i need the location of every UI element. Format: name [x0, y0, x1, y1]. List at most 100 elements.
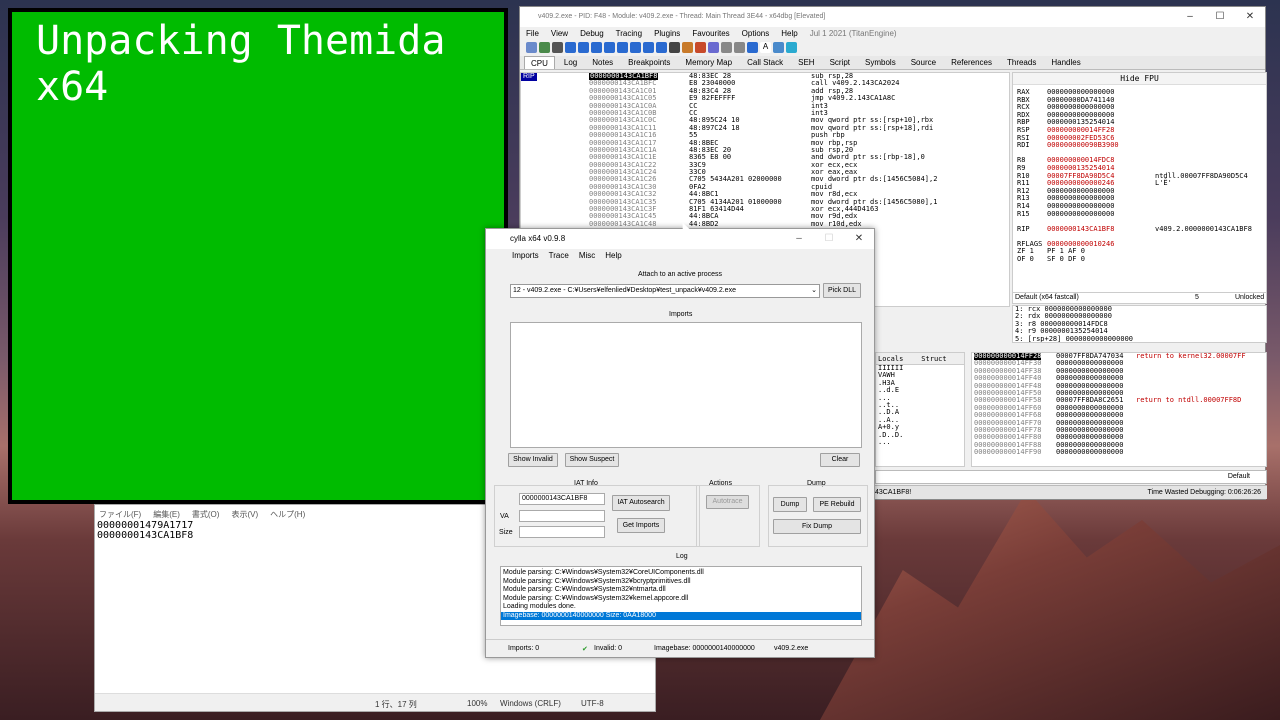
step-over-icon[interactable] — [604, 42, 615, 53]
maximize-icon[interactable]: ☐ — [1205, 7, 1235, 27]
open-icon[interactable] — [526, 42, 537, 53]
arguments-view[interactable]: 1: rcx 0000000000000000 2: rdx 0000000000… — [1012, 305, 1267, 343]
registers-view[interactable]: Hide FPU RAX 0000000000000000 RBX 00000000D… — [1012, 72, 1267, 302]
tab-memory-map[interactable]: Memory Map — [679, 56, 738, 69]
tab-locals[interactable]: Locals — [878, 353, 903, 364]
dump-view[interactable]: Locals Struct IIIIII VAWH .H3A ..d.E... ..t.… — [875, 352, 965, 467]
get-imports-button[interactable]: Get Imports — [617, 518, 665, 533]
tab-struct[interactable]: Struct — [921, 353, 946, 364]
tab-seh[interactable]: SEH — [792, 56, 820, 69]
iat-autosearch-button[interactable]: IAT Autosearch — [612, 495, 670, 511]
pick-dll-button[interactable]: Pick DLL — [823, 283, 861, 298]
run-icon[interactable] — [565, 42, 576, 53]
run-to-user-code-icon[interactable] — [656, 42, 667, 53]
tab-notes[interactable]: Notes — [586, 56, 619, 69]
restart-icon[interactable] — [539, 42, 550, 53]
script-icon[interactable] — [747, 42, 758, 53]
register-value: 0000000143CA1BF8 — [1047, 224, 1115, 233]
minimize-icon[interactable]: – — [784, 229, 814, 249]
command-mode-select[interactable]: Default — [1228, 473, 1250, 480]
notepad-menu-format[interactable]: 書式(O) — [192, 509, 220, 521]
help-icon[interactable] — [773, 42, 784, 53]
bookmarks-icon[interactable] — [721, 42, 732, 53]
register-row[interactable]: RDI 000000000090B3900 — [1013, 142, 1266, 150]
notepad-encoding: UTF-8 — [581, 699, 604, 708]
log-line[interactable]: Module parsing: C:¥Windows¥System32¥ntma… — [501, 586, 861, 595]
va-label: VA — [500, 513, 509, 520]
log-line[interactable]: Imagebase: 0000000140000000 Size: 0AA180… — [501, 611, 861, 620]
register-row[interactable]: OF 0 SF 0 DF 0 — [1013, 255, 1266, 264]
va-input[interactable] — [519, 510, 605, 522]
tab-symbols[interactable]: Symbols — [859, 56, 902, 69]
tab-source[interactable]: Source — [905, 56, 942, 69]
scylla-titlebar: cylla x64 v0.9.8 – ☐ ✕ — [486, 229, 874, 249]
menu-view[interactable]: View — [551, 27, 568, 40]
log-line[interactable]: Loading modules done. — [501, 603, 861, 612]
clear-button[interactable]: Clear — [820, 453, 860, 467]
register-row[interactable]: RIP 0000000143CA1BF8 v409.2.0000000143CA1B… — [1013, 224, 1266, 234]
functions-icon[interactable] — [734, 42, 745, 53]
log-line[interactable]: Module parsing: C:¥Windows¥System32¥bcry… — [501, 578, 861, 587]
menu-misc[interactable]: Misc — [579, 249, 595, 263]
close-debuggee-icon[interactable] — [552, 42, 563, 53]
tab-cpu[interactable]: CPU — [524, 56, 555, 69]
tab-log[interactable]: Log — [558, 56, 583, 69]
tab-references[interactable]: References — [945, 56, 998, 69]
menu-help[interactable]: Help — [781, 27, 797, 40]
unlocked-checkbox[interactable]: Unlocked — [1235, 293, 1264, 303]
execute-till-return-icon[interactable] — [643, 42, 654, 53]
size-input[interactable] — [519, 526, 605, 538]
dump-button[interactable]: Dump — [773, 497, 807, 512]
close-icon[interactable]: ✕ — [1235, 7, 1265, 27]
comments-icon[interactable] — [695, 42, 706, 53]
calling-convention-select[interactable]: Default (x64 fastcall) 5 Unlocked — [1012, 292, 1267, 304]
tab-threads[interactable]: Threads — [1001, 56, 1042, 69]
register-name: RIP — [1017, 224, 1030, 233]
close-icon[interactable]: ✕ — [844, 229, 874, 249]
trace-into-icon[interactable] — [617, 42, 628, 53]
menu-debug[interactable]: Debug — [580, 27, 604, 40]
imports-tree[interactable] — [510, 322, 862, 448]
menu-trace[interactable]: Trace — [549, 249, 569, 263]
process-select[interactable]: 12 - v409.2.exe - C:¥Users¥elfenlied¥Des… — [510, 284, 820, 298]
notepad-menu-help[interactable]: ヘルプ(H) — [270, 509, 305, 521]
command-input[interactable]: Default — [875, 470, 1267, 484]
tab-breakpoints[interactable]: Breakpoints — [622, 56, 676, 69]
menu-options[interactable]: Options — [742, 27, 770, 40]
scylla-icon[interactable] — [669, 42, 680, 53]
show-suspect-button[interactable]: Show Suspect — [565, 453, 619, 467]
menu-tracing[interactable]: Tracing — [616, 27, 642, 40]
dump-group — [768, 485, 868, 547]
trace-over-icon[interactable] — [630, 42, 641, 53]
patch-icon[interactable] — [682, 42, 693, 53]
stack-row[interactable]: 000000000014FF90 0000000000000000 — [972, 448, 1266, 456]
stack-view[interactable]: 000000000014FF28 00007FF8DA747034 return t… — [971, 352, 1267, 467]
fix-dump-button[interactable]: Fix Dump — [773, 519, 861, 534]
tab-script[interactable]: Script — [824, 56, 856, 69]
menu-plugins[interactable]: Plugins — [654, 27, 680, 40]
register-row[interactable]: R15 0000000000000000 — [1013, 210, 1266, 219]
labels-icon[interactable] — [708, 42, 719, 53]
menu-file[interactable]: File — [526, 27, 539, 40]
log-line[interactable]: Module parsing: C:¥Windows¥System32¥Core… — [501, 569, 861, 578]
pause-icon[interactable] — [578, 42, 589, 53]
settings-icon[interactable] — [786, 42, 797, 53]
minimize-icon[interactable]: – — [1175, 7, 1205, 27]
pe-rebuild-button[interactable]: PE Rebuild — [813, 497, 861, 512]
tab-call-stack[interactable]: Call Stack — [741, 56, 789, 69]
hide-fpu-toggle[interactable]: Hide FPU — [1013, 73, 1266, 85]
log-list[interactable]: Module parsing: C:¥Windows¥System32¥Core… — [500, 566, 862, 626]
x64dbg-title: v409.2.exe - PID: F48 - Module: v409.2.e… — [538, 13, 826, 20]
arg-count-value[interactable]: 5 — [1195, 293, 1199, 303]
menu-favourites[interactable]: Favourites — [692, 27, 729, 40]
font-icon[interactable]: A — [760, 42, 771, 53]
oep-input[interactable]: 0000000143CA1BF8 — [519, 493, 605, 505]
notepad-menu-view[interactable]: 表示(V) — [231, 509, 258, 521]
tab-handles[interactable]: Handles — [1045, 56, 1086, 69]
step-into-icon[interactable] — [591, 42, 602, 53]
menu-help[interactable]: Help — [605, 249, 621, 263]
imports-label: Imports — [669, 311, 693, 318]
menu-imports[interactable]: Imports — [512, 249, 539, 263]
show-invalid-button[interactable]: Show Invalid — [508, 453, 558, 467]
log-line[interactable]: Module parsing: C:¥Windows¥System32¥kern… — [501, 595, 861, 604]
